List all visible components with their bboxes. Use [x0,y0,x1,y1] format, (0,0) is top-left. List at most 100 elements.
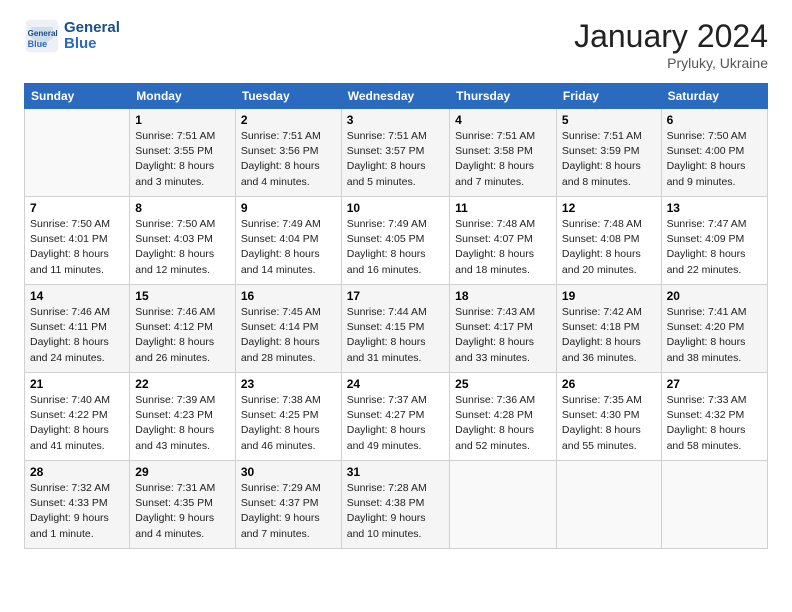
calendar-cell [556,461,661,549]
calendar-header-row: SundayMondayTuesdayWednesdayThursdayFrid… [25,84,768,109]
day-number: 27 [667,377,762,391]
svg-text:Blue: Blue [28,39,48,49]
day-info: Sunrise: 7:48 AM Sunset: 4:07 PM Dayligh… [455,217,551,278]
calendar-cell: 27 Sunrise: 7:33 AM Sunset: 4:32 PM Dayli… [661,373,767,461]
day-number: 31 [347,465,444,479]
logo-line1: General [64,20,120,37]
day-info: Sunrise: 7:51 AM Sunset: 3:55 PM Dayligh… [135,129,230,190]
day-info: Sunrise: 7:45 AM Sunset: 4:14 PM Dayligh… [241,305,336,366]
svg-text:General: General [28,29,58,38]
day-number: 5 [562,113,656,127]
day-number: 6 [667,113,762,127]
day-number: 8 [135,201,230,215]
calendar-cell: 9Sunrise: 7:49 AM Sunset: 4:04 PM Daylig… [235,197,341,285]
day-info: Sunrise: 7:29 AM Sunset: 4:37 PM Dayligh… [241,481,336,542]
day-number: 24 [347,377,444,391]
calendar-cell: 12 Sunrise: 7:48 AM Sunset: 4:08 PM Dayli… [556,197,661,285]
day-number: 16 [241,289,336,303]
day-info: Sunrise: 7:28 AM Sunset: 4:38 PM Dayligh… [347,481,444,542]
day-number: 17 [347,289,444,303]
day-info: Sunrise: 7:36 AM Sunset: 4:28 PM Dayligh… [455,393,551,454]
day-info: Sunrise: 7:31 AM Sunset: 4:35 PM Dayligh… [135,481,230,542]
calendar-day-header: Monday [130,84,236,109]
day-info: Sunrise: 7:43 AM Sunset: 4:17 PM Dayligh… [455,305,551,366]
calendar-week-row: 21Sunrise: 7:40 AM Sunset: 4:22 PM Dayli… [25,373,768,461]
calendar-cell: 15Sunrise: 7:46 AM Sunset: 4:12 PM Dayli… [130,285,236,373]
calendar-cell: 20 Sunrise: 7:41 AM Sunset: 4:20 PM Dayli… [661,285,767,373]
calendar-cell [450,461,557,549]
day-number: 19 [562,289,656,303]
calendar-week-row: 28 Sunrise: 7:32 AM Sunset: 4:33 PM Dayli… [25,461,768,549]
day-info: Sunrise: 7:38 AM Sunset: 4:25 PM Dayligh… [241,393,336,454]
day-info: Sunrise: 7:48 AM Sunset: 4:08 PM Dayligh… [562,217,656,278]
logo-icon: General Blue [24,18,60,54]
calendar-table: SundayMondayTuesdayWednesdayThursdayFrid… [24,83,768,549]
calendar-cell: 17 Sunrise: 7:44 AM Sunset: 4:15 PM Dayli… [341,285,449,373]
calendar-day-header: Tuesday [235,84,341,109]
calendar-cell: 26 Sunrise: 7:35 AM Sunset: 4:30 PM Dayli… [556,373,661,461]
calendar-cell: 1Sunrise: 7:51 AM Sunset: 3:55 PM Daylig… [130,109,236,197]
calendar-cell: 29Sunrise: 7:31 AM Sunset: 4:35 PM Dayli… [130,461,236,549]
calendar-cell: 11 Sunrise: 7:48 AM Sunset: 4:07 PM Dayli… [450,197,557,285]
calendar-day-header: Friday [556,84,661,109]
calendar-cell: 7 Sunrise: 7:50 AM Sunset: 4:01 PM Daylig… [25,197,130,285]
calendar-cell: 18Sunrise: 7:43 AM Sunset: 4:17 PM Dayli… [450,285,557,373]
calendar-day-header: Saturday [661,84,767,109]
calendar-day-header: Sunday [25,84,130,109]
day-info: Sunrise: 7:51 AM Sunset: 3:57 PM Dayligh… [347,129,444,190]
logo-line2: Blue [64,36,120,53]
calendar-day-header: Thursday [450,84,557,109]
day-info: Sunrise: 7:37 AM Sunset: 4:27 PM Dayligh… [347,393,444,454]
day-number: 26 [562,377,656,391]
day-info: Sunrise: 7:39 AM Sunset: 4:23 PM Dayligh… [135,393,230,454]
title-block: January 2024 Pryluky, Ukraine [574,18,768,71]
day-info: Sunrise: 7:35 AM Sunset: 4:30 PM Dayligh… [562,393,656,454]
day-number: 20 [667,289,762,303]
day-info: Sunrise: 7:32 AM Sunset: 4:33 PM Dayligh… [30,481,124,542]
calendar-cell: 22 Sunrise: 7:39 AM Sunset: 4:23 PM Dayli… [130,373,236,461]
calendar-cell: 3 Sunrise: 7:51 AM Sunset: 3:57 PM Daylig… [341,109,449,197]
day-info: Sunrise: 7:41 AM Sunset: 4:20 PM Dayligh… [667,305,762,366]
calendar-cell: 16 Sunrise: 7:45 AM Sunset: 4:14 PM Dayli… [235,285,341,373]
day-info: Sunrise: 7:51 AM Sunset: 3:59 PM Dayligh… [562,129,656,190]
calendar-cell: 13 Sunrise: 7:47 AM Sunset: 4:09 PM Dayli… [661,197,767,285]
day-number: 28 [30,465,124,479]
day-number: 7 [30,201,124,215]
calendar-week-row: 1Sunrise: 7:51 AM Sunset: 3:55 PM Daylig… [25,109,768,197]
day-info: Sunrise: 7:51 AM Sunset: 3:56 PM Dayligh… [241,129,336,190]
day-number: 23 [241,377,336,391]
day-info: Sunrise: 7:33 AM Sunset: 4:32 PM Dayligh… [667,393,762,454]
day-info: Sunrise: 7:44 AM Sunset: 4:15 PM Dayligh… [347,305,444,366]
calendar-cell [661,461,767,549]
day-number: 3 [347,113,444,127]
calendar-cell: 25 Sunrise: 7:36 AM Sunset: 4:28 PM Dayli… [450,373,557,461]
calendar-cell: 19 Sunrise: 7:42 AM Sunset: 4:18 PM Dayli… [556,285,661,373]
day-info: Sunrise: 7:50 AM Sunset: 4:00 PM Dayligh… [667,129,762,190]
calendar-cell: 30Sunrise: 7:29 AM Sunset: 4:37 PM Dayli… [235,461,341,549]
day-number: 25 [455,377,551,391]
day-number: 11 [455,201,551,215]
day-number: 12 [562,201,656,215]
calendar-cell: 2 Sunrise: 7:51 AM Sunset: 3:56 PM Daylig… [235,109,341,197]
calendar-day-header: Wednesday [341,84,449,109]
day-info: Sunrise: 7:50 AM Sunset: 4:01 PM Dayligh… [30,217,124,278]
calendar-cell: 6 Sunrise: 7:50 AM Sunset: 4:00 PM Daylig… [661,109,767,197]
calendar-cell: 21Sunrise: 7:40 AM Sunset: 4:22 PM Dayli… [25,373,130,461]
logo: General Blue General Blue [24,18,120,54]
day-info: Sunrise: 7:42 AM Sunset: 4:18 PM Dayligh… [562,305,656,366]
calendar-cell: 4Sunrise: 7:51 AM Sunset: 3:58 PM Daylig… [450,109,557,197]
subtitle: Pryluky, Ukraine [574,55,768,71]
calendar-cell: 8 Sunrise: 7:50 AM Sunset: 4:03 PM Daylig… [130,197,236,285]
calendar-cell: 14Sunrise: 7:46 AM Sunset: 4:11 PM Dayli… [25,285,130,373]
day-info: Sunrise: 7:50 AM Sunset: 4:03 PM Dayligh… [135,217,230,278]
day-number: 4 [455,113,551,127]
day-number: 13 [667,201,762,215]
calendar-cell: 10Sunrise: 7:49 AM Sunset: 4:05 PM Dayli… [341,197,449,285]
day-number: 10 [347,201,444,215]
calendar-week-row: 7 Sunrise: 7:50 AM Sunset: 4:01 PM Daylig… [25,197,768,285]
day-info: Sunrise: 7:47 AM Sunset: 4:09 PM Dayligh… [667,217,762,278]
month-title: January 2024 [574,18,768,55]
day-number: 2 [241,113,336,127]
page: General Blue General Blue January 2024 P… [0,0,792,612]
day-number: 22 [135,377,230,391]
